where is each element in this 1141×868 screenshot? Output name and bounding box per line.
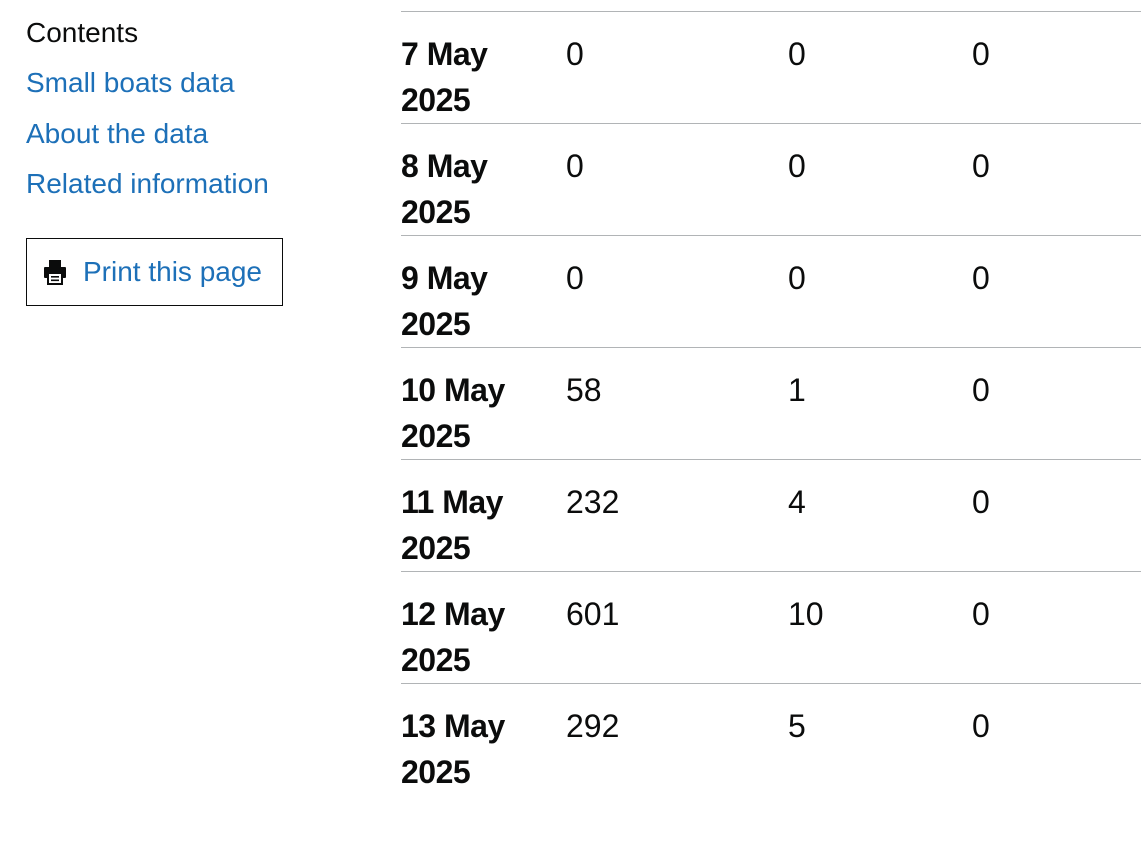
- value-cell: 0: [788, 260, 806, 296]
- value-cell: 601: [566, 596, 620, 632]
- date-year: 2025: [401, 530, 471, 566]
- value-cell: 0: [972, 596, 990, 632]
- value-cell: 0: [972, 148, 990, 184]
- value-cell: 4: [788, 484, 806, 520]
- value-cell: 0: [788, 36, 806, 72]
- table-row: 9 May 2025 0 0 0: [401, 235, 1141, 348]
- value-cell: 232: [566, 484, 620, 520]
- value-cell: 0: [566, 148, 584, 184]
- value-cell: 5: [788, 708, 806, 744]
- value-cell: 10: [788, 596, 824, 632]
- value-cell: 0: [788, 148, 806, 184]
- date-day-month: 7 May: [401, 36, 488, 72]
- contents-item: Small boats data: [26, 64, 326, 115]
- value-cell: 1: [788, 372, 806, 408]
- date-cell: 7 May 2025: [401, 12, 566, 124]
- printer-icon: [41, 258, 69, 286]
- print-page-button[interactable]: Print this page: [26, 238, 283, 306]
- table-row: 10 May 2025 58 1 0: [401, 347, 1141, 460]
- date-day-month: 10 May: [401, 372, 505, 408]
- table-row: 12 May 2025 601 10 0: [401, 571, 1141, 684]
- date-day-month: 13 May: [401, 708, 505, 744]
- value-cell: 58: [566, 372, 602, 408]
- contents-item: About the data: [26, 115, 326, 166]
- date-day-month: 12 May: [401, 596, 505, 632]
- table-row: 8 May 2025 0 0 0: [401, 123, 1141, 236]
- page: Contents Small boats data About the data…: [0, 0, 1141, 868]
- date-cell: 13 May 2025: [401, 684, 566, 796]
- date-year: 2025: [401, 754, 471, 790]
- contents-list: Small boats data About the data Related …: [26, 64, 326, 216]
- value-cell: 0: [972, 260, 990, 296]
- date-year: 2025: [401, 194, 471, 230]
- date-cell: 10 May 2025: [401, 348, 566, 460]
- value-cell: 0: [972, 708, 990, 744]
- date-cell: 9 May 2025: [401, 236, 566, 348]
- date-year: 2025: [401, 418, 471, 454]
- date-day-month: 11 May: [401, 484, 503, 520]
- date-year: 2025: [401, 306, 471, 342]
- date-cell: 8 May 2025: [401, 124, 566, 236]
- contents-link-small-boats-data[interactable]: Small boats data: [26, 64, 235, 102]
- contents-link-about-the-data[interactable]: About the data: [26, 115, 208, 153]
- date-year: 2025: [401, 82, 471, 118]
- contents-sidebar: Contents Small boats data About the data…: [26, 14, 326, 306]
- value-cell: 0: [972, 36, 990, 72]
- contents-heading: Contents: [26, 17, 139, 48]
- date-cell: 12 May 2025: [401, 572, 566, 684]
- value-cell: 292: [566, 708, 620, 744]
- small-boats-table: 7 May 2025 0 0 0 8 May 2025 0 0 0 9 May 2025 0 0 0 10 M…: [401, 11, 1141, 795]
- table-row: 13 May 2025 292 5 0: [401, 683, 1141, 796]
- value-cell: 0: [566, 36, 584, 72]
- table-body: 7 May 2025 0 0 0 8 May 2025 0 0 0 9 May 2025 0 0 0 10 M…: [401, 11, 1141, 796]
- date-year: 2025: [401, 642, 471, 678]
- print-page-label: Print this page: [83, 256, 262, 287]
- contents-item: Related information: [26, 165, 326, 216]
- date-day-month: 8 May: [401, 148, 488, 184]
- table-row: 11 May 2025 232 4 0: [401, 459, 1141, 572]
- date-cell: 11 May 2025: [401, 460, 566, 572]
- value-cell: 0: [972, 484, 990, 520]
- table-row: 7 May 2025 0 0 0: [401, 11, 1141, 124]
- date-day-month: 9 May: [401, 260, 488, 296]
- contents-link-related-information[interactable]: Related information: [26, 165, 269, 203]
- value-cell: 0: [566, 260, 584, 296]
- value-cell: 0: [972, 372, 990, 408]
